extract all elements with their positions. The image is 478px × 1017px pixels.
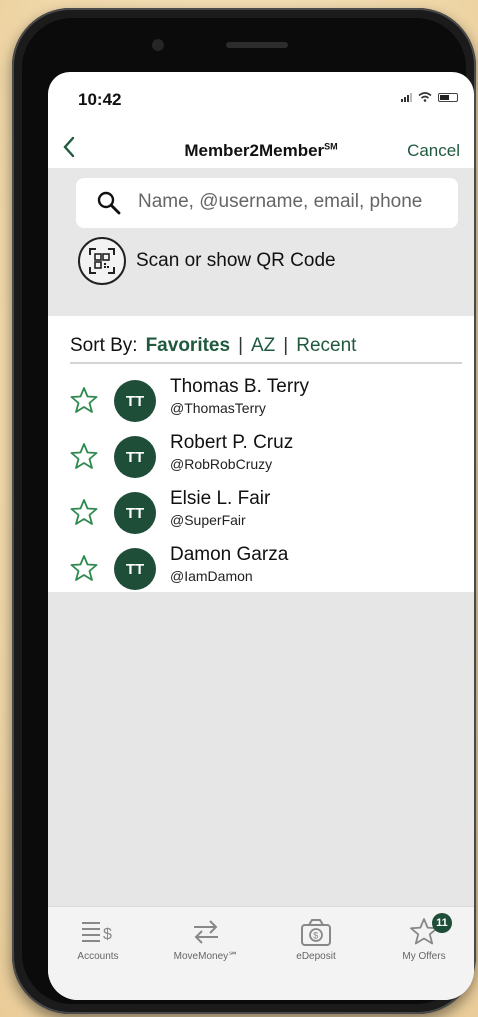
tab-movemoney[interactable]: MoveMoney℠ bbox=[156, 917, 256, 962]
offers-count-badge: 11 bbox=[432, 913, 452, 933]
speaker-grille bbox=[226, 42, 288, 48]
sort-bar: Sort By: Favorites | AZ | Recent bbox=[48, 330, 474, 362]
sort-separator: | bbox=[283, 335, 289, 356]
sort-recent[interactable]: Recent bbox=[296, 335, 356, 357]
tab-label: Accounts bbox=[77, 951, 119, 962]
contact-name: Robert P. Cruz bbox=[170, 432, 294, 453]
favorite-star-icon[interactable] bbox=[70, 442, 98, 470]
avatar: TT bbox=[114, 436, 156, 478]
contact-list: TT Thomas B. Terry @ThomasTerry TT Rober… bbox=[48, 364, 474, 592]
status-icons bbox=[401, 92, 458, 102]
favorite-star-icon[interactable] bbox=[70, 386, 98, 414]
tab-bar: $ Accounts MoveMoney℠ $ eDeposit 11 My O… bbox=[48, 906, 474, 1000]
sort-favorites[interactable]: Favorites bbox=[146, 335, 230, 357]
tab-edeposit[interactable]: $ eDeposit bbox=[266, 917, 366, 962]
tab-accounts[interactable]: $ Accounts bbox=[48, 917, 148, 962]
status-bar: 10:42 bbox=[48, 72, 474, 118]
tab-my-offers[interactable]: 11 My Offers bbox=[374, 913, 474, 962]
contact-name: Elsie L. Fair bbox=[170, 488, 271, 509]
cancel-button[interactable]: Cancel bbox=[407, 141, 460, 161]
svg-text:$: $ bbox=[313, 931, 318, 941]
avatar: TT bbox=[114, 380, 156, 422]
tab-label: eDeposit bbox=[296, 951, 336, 962]
wifi-icon bbox=[418, 92, 432, 102]
avatar: TT bbox=[114, 548, 156, 590]
nav-bar: Member2MemberSM Cancel bbox=[48, 132, 474, 168]
qr-code-icon bbox=[78, 237, 126, 285]
service-mark: SM bbox=[324, 141, 338, 152]
favorite-star-icon[interactable] bbox=[70, 498, 98, 526]
search-icon bbox=[97, 191, 121, 215]
tab-label: MoveMoney℠ bbox=[173, 951, 239, 962]
svg-text:$: $ bbox=[103, 926, 112, 943]
app-screen: 10:42 Member2MemberSM Cancel Name, @user… bbox=[48, 72, 474, 1000]
contact-row[interactable]: TT Thomas B. Terry @ThomasTerry bbox=[48, 372, 474, 430]
sort-prefix: Sort By: bbox=[70, 335, 138, 356]
contact-username: @ThomasTerry bbox=[170, 400, 266, 416]
avatar: TT bbox=[114, 492, 156, 534]
search-input[interactable] bbox=[138, 191, 448, 213]
signal-icon bbox=[401, 92, 412, 102]
contact-username: @SuperFair bbox=[170, 512, 246, 528]
contact-row[interactable]: TT Damon Garza @IamDamon bbox=[48, 540, 474, 598]
search-panel: Scan or show QR Code bbox=[48, 168, 474, 316]
contact-row[interactable]: TT Robert P. Cruz @RobRobCruzy bbox=[48, 428, 474, 486]
search-box[interactable] bbox=[76, 178, 458, 228]
sort-separator: | bbox=[238, 335, 243, 356]
contact-username: @IamDamon bbox=[170, 568, 253, 584]
contact-username: @RobRobCruzy bbox=[170, 456, 273, 472]
contact-row[interactable]: TT Elsie L. Fair @SuperFair bbox=[48, 484, 474, 542]
battery-icon bbox=[438, 92, 458, 102]
contact-name: Thomas B. Terry bbox=[170, 376, 310, 397]
status-time: 10:42 bbox=[78, 90, 122, 109]
empty-area bbox=[48, 592, 474, 906]
front-camera bbox=[152, 39, 164, 51]
qr-code-button[interactable]: Scan or show QR Code bbox=[78, 236, 336, 286]
page-title-text: Member2Member bbox=[184, 141, 325, 160]
favorite-star-icon[interactable] bbox=[70, 554, 98, 582]
camera-deposit-icon: $ bbox=[301, 919, 331, 946]
qr-code-label: Scan or show QR Code bbox=[136, 250, 336, 271]
tab-label: My Offers bbox=[402, 951, 446, 962]
accounts-icon: $ bbox=[82, 922, 112, 943]
sort-az[interactable]: AZ bbox=[251, 335, 275, 357]
transfer-arrows-icon bbox=[194, 920, 218, 944]
phone-frame: 10:42 Member2MemberSM Cancel Name, @user… bbox=[12, 8, 476, 1014]
contact-name: Damon Garza bbox=[170, 544, 289, 565]
